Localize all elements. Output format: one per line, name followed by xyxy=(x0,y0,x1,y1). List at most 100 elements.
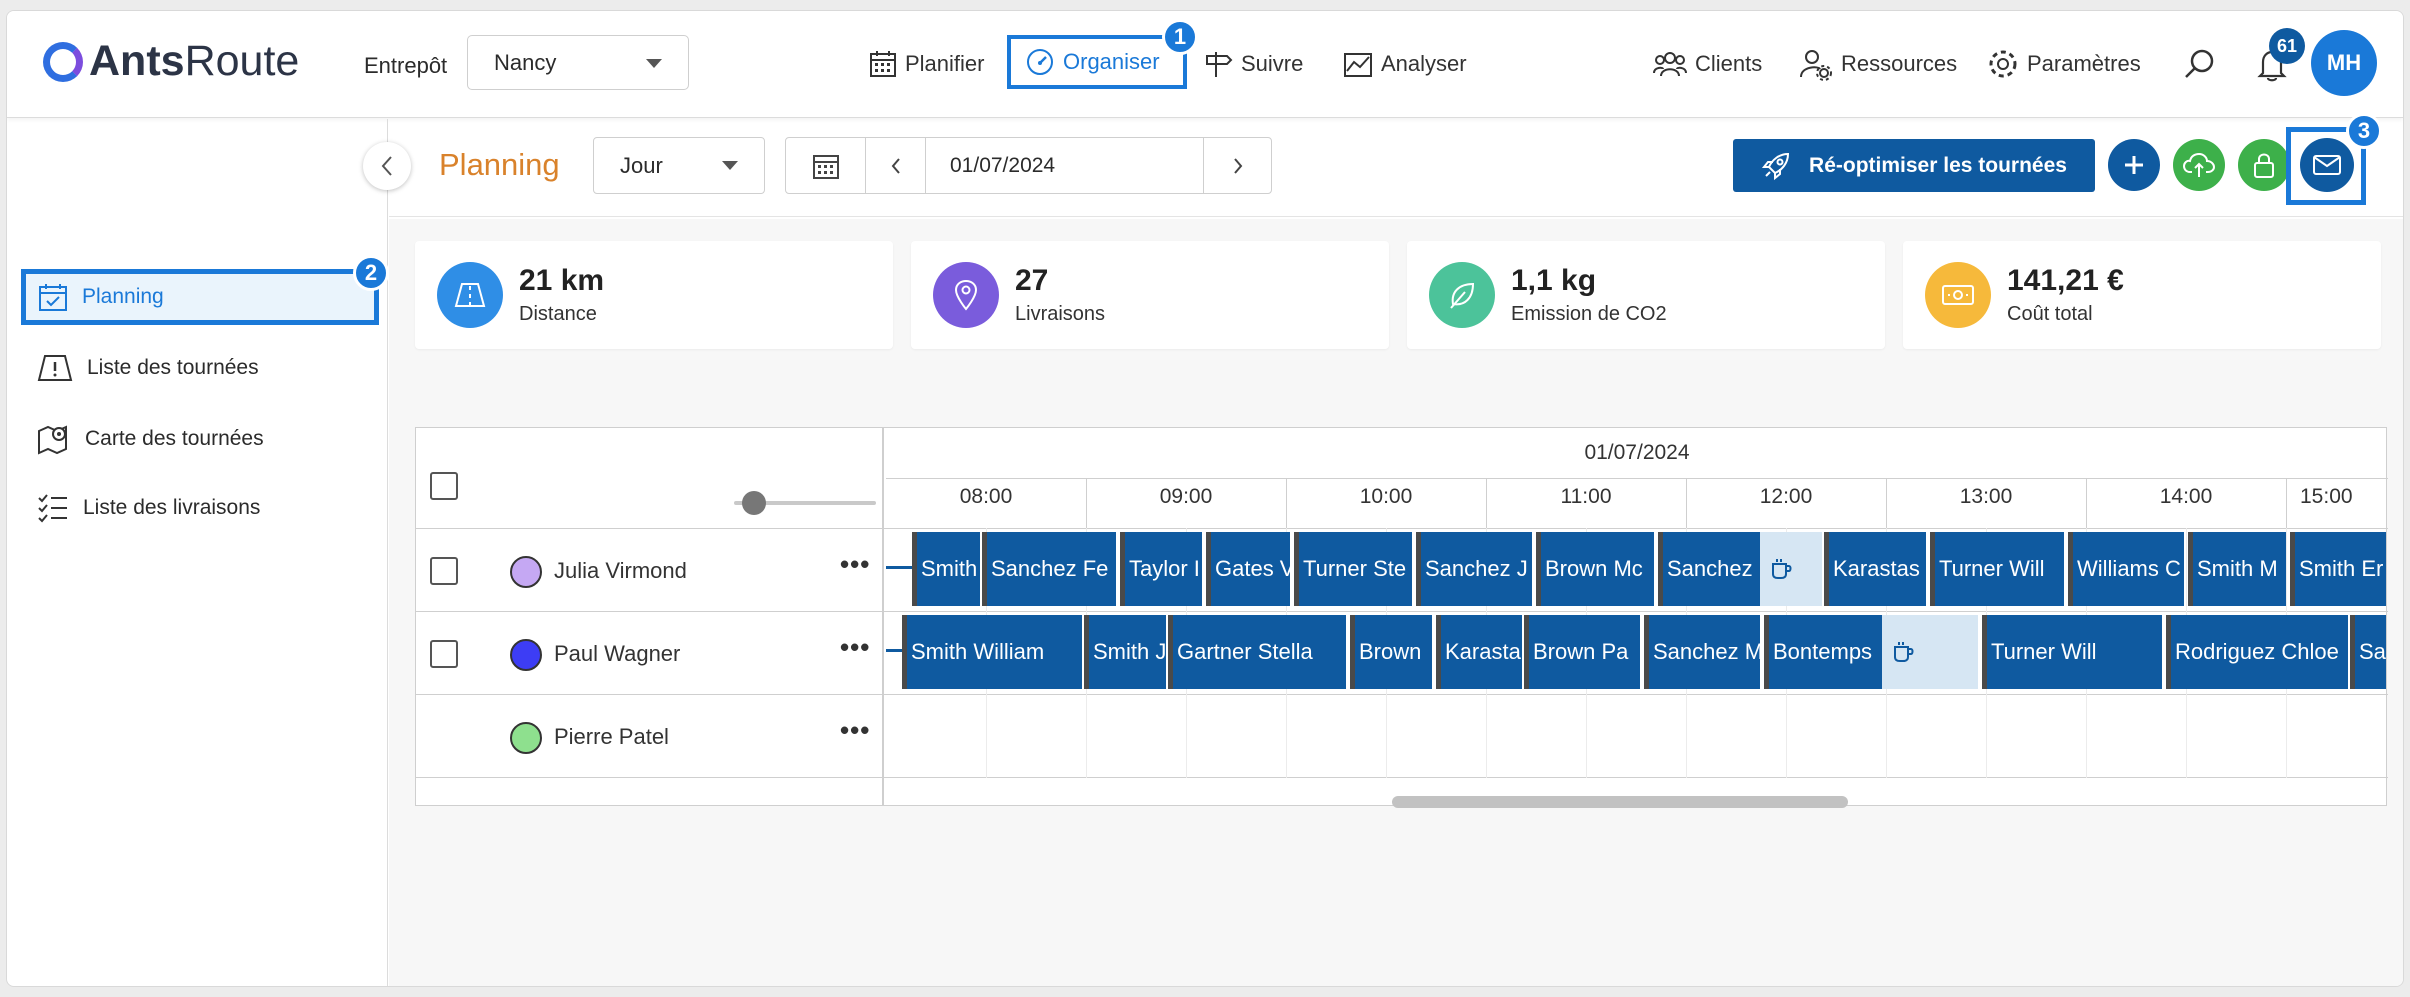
resource-row: Pierre Patel ••• xyxy=(416,695,884,778)
resource-checkbox[interactable] xyxy=(430,557,458,585)
delivery-task[interactable]: Gates V xyxy=(1206,532,1290,606)
warehouse-select[interactable]: Nancy xyxy=(467,35,689,90)
step-badge-2: 2 xyxy=(353,255,389,291)
delivery-task[interactable]: Smith J xyxy=(1084,615,1166,689)
sidebar-item-label: Liste des livraisons xyxy=(83,496,261,519)
nav-parametres-label: Paramètres xyxy=(2027,50,2141,76)
resource-color-dot xyxy=(510,556,542,588)
hour-label: 09:00 xyxy=(1159,485,1213,508)
break-slot[interactable] xyxy=(1882,615,1978,689)
delivery-task[interactable]: Smith xyxy=(912,532,980,606)
resource-checkbox[interactable] xyxy=(430,640,458,668)
send-email-button[interactable] xyxy=(2300,138,2354,192)
user-gear-icon xyxy=(1800,49,1832,81)
kpi-label: Livraisons xyxy=(1015,303,1106,325)
coffee-cup-icon xyxy=(1772,559,1792,579)
delivery-task[interactable]: Smith William xyxy=(902,615,1082,689)
add-button[interactable] xyxy=(2108,139,2160,191)
hour-label: 10:00 xyxy=(1359,485,1413,508)
delivery-task[interactable]: Brown Pa xyxy=(1524,615,1640,689)
delivery-task[interactable]: Smith Er xyxy=(2290,532,2386,606)
sidebar-item-delivery-list[interactable]: Liste des livraisons xyxy=(37,493,260,523)
kpi-card-co2: 1,1 kg Emission de CO2 xyxy=(1407,241,1885,349)
delivery-task[interactable]: Turner Ste xyxy=(1294,532,1412,606)
nav-organiser[interactable]: Organiser xyxy=(1007,35,1187,89)
nav-ressources[interactable]: Ressources xyxy=(1799,41,1957,86)
resource-row: Paul Wagner ••• xyxy=(416,612,884,695)
antsroute-logo[interactable]: AntsRoute xyxy=(43,37,299,86)
delivery-task[interactable]: Brown xyxy=(1350,615,1432,689)
next-day-button[interactable] xyxy=(1204,138,1271,193)
delivery-task[interactable]: Smith M xyxy=(2188,532,2286,606)
kpi-card-deliveries: 27 Livraisons xyxy=(911,241,1389,349)
delivery-task[interactable]: Turner Will xyxy=(1930,532,2064,606)
view-select[interactable]: Jour xyxy=(593,137,765,194)
delivery-task[interactable]: Sa xyxy=(2350,615,2386,689)
delivery-task[interactable]: Sanchez Fe xyxy=(982,532,1116,606)
nav-analyser[interactable]: Analyser xyxy=(1343,41,1467,86)
more-options-icon[interactable]: ••• xyxy=(840,715,870,746)
delivery-task[interactable]: Williams C xyxy=(2068,532,2184,606)
delivery-task[interactable]: Karastas xyxy=(1824,532,1926,606)
delivery-task[interactable]: Karasta xyxy=(1436,615,1522,689)
user-avatar[interactable]: MH xyxy=(2311,30,2377,96)
select-all-checkbox[interactable] xyxy=(430,472,458,500)
resource-row: Julia Virmond ••• xyxy=(416,529,884,612)
delivery-task[interactable]: Bontemps xyxy=(1764,615,1882,689)
delivery-task[interactable]: Taylor I xyxy=(1120,532,1202,606)
delivery-task[interactable]: Sanchez J xyxy=(1416,532,1532,606)
nav-planifier[interactable]: Planifier xyxy=(869,41,984,86)
date-navigator: 01/07/2024 xyxy=(785,137,1272,194)
date-input[interactable]: 01/07/2024 xyxy=(926,138,1204,193)
sidebar-item-route-map[interactable]: Carte des tournées xyxy=(37,423,264,455)
chevron-left-icon xyxy=(891,157,900,174)
toolbar-divider xyxy=(389,216,2403,217)
hour-label: 08:00 xyxy=(959,485,1013,508)
money-icon xyxy=(1925,262,1991,328)
rocket-icon xyxy=(1761,152,1790,180)
top-navbar: AntsRoute Entrepôt Nancy Planifier Organ… xyxy=(7,11,2403,118)
hour-label: 15:00 xyxy=(2300,485,2353,508)
header-divider xyxy=(886,478,2388,479)
nav-suivre-label: Suivre xyxy=(1241,50,1304,76)
nav-parametres[interactable]: Paramètres xyxy=(1987,41,2141,86)
cloud-upload-button[interactable] xyxy=(2173,139,2225,191)
sidebar-item-route-list[interactable]: Liste des tournées xyxy=(37,353,259,383)
more-options-icon[interactable]: ••• xyxy=(840,632,870,663)
horizontal-scrollbar[interactable] xyxy=(1392,796,1848,808)
delivery-task[interactable]: Brown Mc xyxy=(1536,532,1654,606)
nav-clients[interactable]: Clients xyxy=(1653,41,1762,86)
zoom-slider-handle[interactable] xyxy=(742,491,766,515)
delivery-task[interactable]: Rodriguez Chloe xyxy=(2166,615,2348,689)
kpi-value: 141,21 € xyxy=(2007,264,2124,297)
delivery-task[interactable]: Turner Will xyxy=(1982,615,2162,689)
road-warning-icon xyxy=(37,355,73,381)
previous-day-button[interactable] xyxy=(866,138,926,193)
resource-name[interactable]: Julia Virmond xyxy=(554,558,687,584)
sidebar-item-planning[interactable]: Planning xyxy=(21,269,379,325)
warehouse-label: Entrepôt xyxy=(364,53,448,78)
resource-name[interactable]: Pierre Patel xyxy=(554,724,669,750)
delivery-task[interactable]: Sanchez xyxy=(1658,532,1762,606)
lock-button[interactable] xyxy=(2238,139,2290,191)
resource-name[interactable]: Paul Wagner xyxy=(554,641,680,667)
step-badge-1: 1 xyxy=(1162,19,1198,55)
search-icon[interactable] xyxy=(2183,47,2217,81)
speedometer-icon xyxy=(1027,49,1053,75)
delivery-task[interactable]: Gartner Stella xyxy=(1168,615,1346,689)
chevron-down-icon xyxy=(722,161,738,170)
calendar-picker-button[interactable] xyxy=(786,138,866,193)
calendar-check-icon xyxy=(39,284,67,311)
nav-suivre[interactable]: Suivre xyxy=(1203,41,1303,86)
break-slot[interactable] xyxy=(1760,532,1822,606)
delivery-task[interactable]: Sanchez M xyxy=(1644,615,1760,689)
reoptimize-routes-button[interactable]: Ré-optimiser les tournées xyxy=(1733,139,2095,192)
sidebar-item-label: Carte des tournées xyxy=(85,427,264,450)
location-pin-icon xyxy=(933,262,999,328)
sidebar-collapse-button[interactable] xyxy=(363,142,411,190)
road-icon xyxy=(437,262,503,328)
step-badge-3: 3 xyxy=(2346,113,2382,149)
calendar-icon xyxy=(870,50,896,77)
more-options-icon[interactable]: ••• xyxy=(840,549,870,580)
kpi-label: Distance xyxy=(519,303,597,325)
